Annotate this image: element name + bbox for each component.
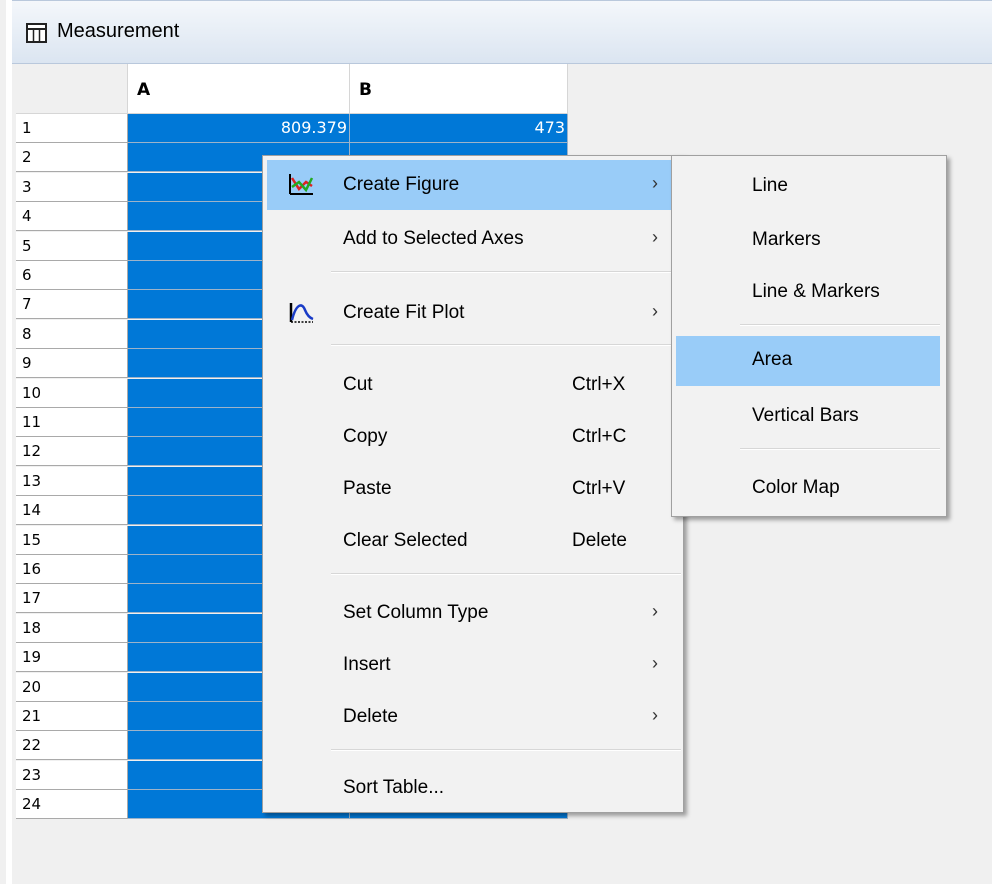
menu-label-paste: Paste [343,478,392,499]
menu-label-set-column-type: Set Column Type [343,602,489,623]
submenu-separator [740,448,940,450]
menu-item-copy[interactable]: Copy Ctrl+C [267,412,679,462]
chevron-right-icon: › [652,653,658,673]
submenu-item-color-map[interactable]: Color Map [676,464,940,514]
submenu-item-area[interactable]: Area [676,336,940,386]
menu-item-cut[interactable]: Cut Ctrl+X [267,360,679,410]
create-figure-icon [289,174,314,195]
row-header[interactable]: 1 [16,114,128,143]
menu-label-insert: Insert [343,654,391,675]
menu-separator [331,573,681,575]
row-header[interactable]: 7 [16,290,128,319]
submenu-label-vertical-bars: Vertical Bars [752,405,859,426]
menu-item-add-to-selected-axes[interactable]: Add to Selected Axes › [267,214,679,264]
submenu-label-area: Area [752,349,793,370]
submenu-label-line-markers: Line & Markers [752,281,880,302]
title-bar: Measurement [12,0,992,64]
row-header[interactable]: 8 [16,320,128,349]
menu-separator [331,344,681,346]
menu-item-set-column-type[interactable]: Set Column Type › [267,588,679,638]
row-header[interactable]: 2 [16,143,128,172]
row-header[interactable]: 6 [16,261,128,290]
menu-label-cut: Cut [343,374,373,395]
submenu-label-markers: Markers [752,229,821,250]
create-figure-submenu: Line Markers Line & Markers Area Vertica… [671,155,947,517]
menu-shortcut-cut: Ctrl+X [572,374,626,395]
menu-item-create-fit-plot[interactable]: Create Fit Plot › [267,288,679,338]
submenu-label-color-map: Color Map [752,477,840,498]
row-header[interactable]: 3 [16,173,128,202]
row-header[interactable]: 11 [16,408,128,437]
chevron-right-icon: › [652,227,658,247]
context-menu: Create Figure › Add to Selected Axes › C… [262,155,684,813]
submenu-item-line-markers[interactable]: Line & Markers [676,268,940,318]
submenu-item-line[interactable]: Line [676,162,940,212]
window-title: Measurement [57,20,180,42]
row-header[interactable]: 22 [16,731,128,760]
menu-shortcut-copy: Ctrl+C [572,426,627,447]
row-header[interactable]: 5 [16,232,128,261]
row-header[interactable]: 15 [16,526,128,555]
row-header[interactable]: 16 [16,555,128,584]
menu-label-create-figure: Create Figure [343,174,460,195]
row-header[interactable]: 14 [16,496,128,525]
submenu-label-line: Line [752,175,788,196]
row-header[interactable]: 24 [16,790,128,819]
table-row: 1 809.379 473 [16,114,568,143]
row-header[interactable]: 13 [16,467,128,496]
submenu-item-markers[interactable]: Markers [676,216,940,266]
fit-plot-icon [289,303,314,323]
menu-label-copy: Copy [343,426,388,447]
chevron-right-icon: › [652,705,658,725]
menu-item-insert[interactable]: Insert › [267,640,679,690]
menu-shortcut-clear-selected: Delete [572,530,627,551]
column-header-b[interactable]: B [350,64,568,114]
menu-item-paste[interactable]: Paste Ctrl+V [267,464,679,514]
table-corner[interactable] [16,64,128,114]
menu-separator [331,749,681,751]
chevron-right-icon: › [652,601,658,621]
chevron-right-icon: › [652,173,658,193]
column-header-a[interactable]: A [128,64,350,114]
menu-item-sort-table[interactable]: Sort Table... [267,763,679,813]
table-cell-a[interactable]: 809.379 [128,114,350,143]
row-header[interactable]: 9 [16,349,128,378]
row-header[interactable]: 10 [16,379,128,408]
table-icon [26,23,47,43]
menu-label-create-fit-plot: Create Fit Plot [343,302,465,323]
row-header[interactable]: 21 [16,702,128,731]
row-header[interactable]: 18 [16,614,128,643]
menu-item-create-figure[interactable]: Create Figure › [267,160,679,210]
submenu-separator [740,324,940,326]
menu-label-sort-table: Sort Table... [343,777,445,798]
row-header[interactable]: 17 [16,584,128,613]
row-header[interactable]: 19 [16,643,128,672]
menu-shortcut-paste: Ctrl+V [572,478,626,499]
menu-label-add-to-selected-axes: Add to Selected Axes [343,228,524,249]
row-header[interactable]: 20 [16,673,128,702]
menu-item-clear-selected[interactable]: Clear Selected Delete [267,516,679,566]
menu-label-clear-selected: Clear Selected [343,530,468,551]
row-header[interactable]: 23 [16,761,128,790]
submenu-item-vertical-bars[interactable]: Vertical Bars [676,392,940,442]
menu-item-delete[interactable]: Delete › [267,692,679,742]
row-header[interactable]: 4 [16,202,128,231]
menu-label-delete: Delete [343,706,398,727]
menu-separator [331,271,681,273]
table-cell-b[interactable]: 473 [350,114,568,143]
chevron-right-icon: › [652,301,658,321]
row-header[interactable]: 12 [16,437,128,466]
